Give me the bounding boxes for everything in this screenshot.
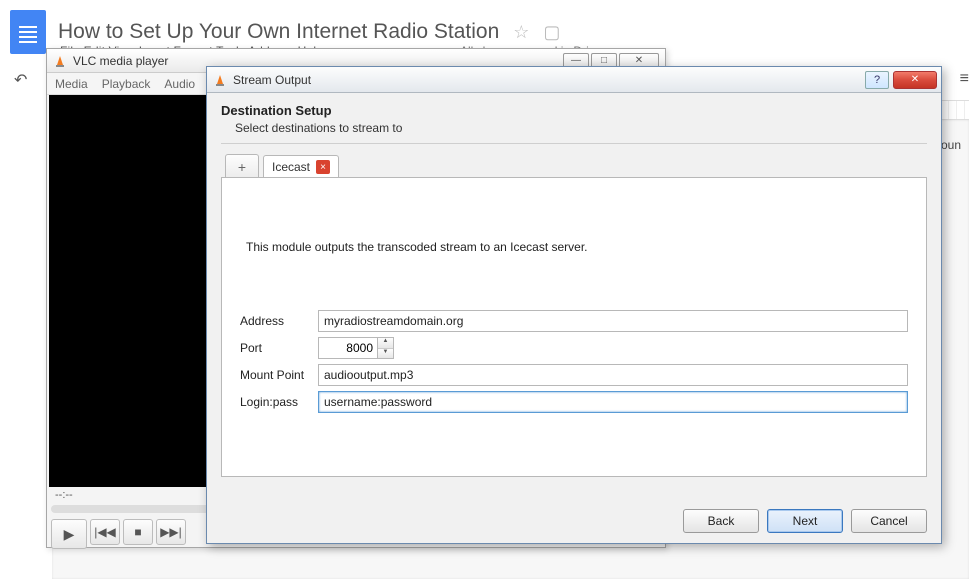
port-spinner[interactable]: ▲▼ (378, 337, 394, 359)
vlc-menu-media[interactable]: Media (55, 77, 88, 91)
so-footer: Back Next Cancel (683, 509, 927, 533)
login-label: Login:pass (240, 395, 318, 409)
address-label: Address (240, 314, 318, 328)
next-button[interactable]: Next (767, 509, 843, 533)
tab-close-icon[interactable]: × (316, 160, 330, 174)
address-input[interactable] (318, 310, 908, 332)
login-input[interactable] (318, 391, 908, 413)
so-subheading: Select destinations to stream to (235, 121, 927, 135)
star-icon[interactable]: ☆ (513, 22, 529, 43)
add-destination-tab[interactable]: + (225, 154, 259, 178)
vlc-menu-playback[interactable]: Playback (102, 77, 151, 91)
so-close-button[interactable]: ✕ (893, 71, 937, 89)
tab-icecast[interactable]: Icecast × (263, 155, 339, 179)
so-title: Stream Output (233, 73, 865, 87)
next-button[interactable]: ▶▶| (156, 519, 186, 545)
so-heading: Destination Setup (221, 103, 927, 118)
gdocs-doc-title[interactable]: How to Set Up Your Own Internet Radio St… (58, 20, 499, 44)
back-button[interactable]: Back (683, 509, 759, 533)
stream-output-dialog: Stream Output ? ✕ Destination Setup Sele… (206, 66, 942, 544)
spin-up-icon[interactable]: ▲ (378, 338, 393, 349)
prev-button[interactable]: |◀◀ (90, 519, 120, 545)
help-button[interactable]: ? (865, 71, 889, 89)
port-label: Port (240, 341, 318, 355)
vlc-cone-icon (53, 54, 67, 68)
hamburger-icon[interactable]: ≡ (960, 70, 969, 88)
tabstrip: + Icecast × (225, 154, 927, 178)
so-titlebar[interactable]: Stream Output ? ✕ (207, 67, 941, 93)
divider (221, 143, 927, 144)
cancel-button[interactable]: Cancel (851, 509, 927, 533)
stop-button[interactable]: ■ (123, 519, 153, 545)
vlc-menu-audio[interactable]: Audio (164, 77, 195, 91)
vlc-cone-icon (213, 73, 227, 87)
tab-label: Icecast (272, 160, 310, 174)
port-input[interactable] (318, 337, 378, 359)
mount-label: Mount Point (240, 368, 318, 382)
gdocs-icon (10, 10, 46, 54)
spin-down-icon[interactable]: ▼ (378, 349, 393, 359)
tab-panel: This module outputs the transcoded strea… (221, 177, 927, 477)
folder-icon[interactable]: ▢ (543, 22, 560, 43)
mount-input[interactable] (318, 364, 908, 386)
module-description: This module outputs the transcoded strea… (246, 240, 908, 254)
undo-icon[interactable]: ↶ (14, 70, 27, 90)
play-button[interactable]: ▶ (51, 519, 87, 549)
